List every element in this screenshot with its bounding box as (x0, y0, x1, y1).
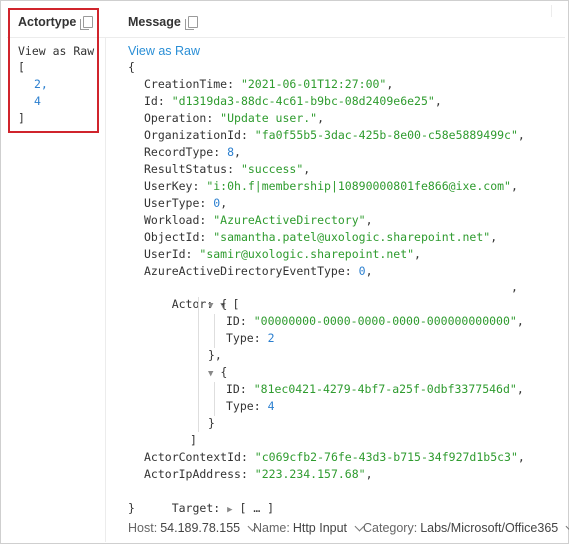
message-view-raw-link[interactable]: View as Raw (128, 44, 200, 58)
json-value: 8 (227, 145, 235, 159)
column-divider (105, 37, 106, 542)
json-field: Operation: "Update user.", (144, 111, 325, 125)
actortype-value: 2, (34, 77, 48, 91)
actortype-close-bracket: ] (18, 111, 25, 125)
json-value: "223.234.157.68" (254, 467, 366, 481)
target-collapsed-value[interactable]: [ … ] (239, 501, 274, 515)
json-value: "samantha.patel@uxologic.sharepoint.net" (213, 230, 491, 244)
json-field: ActorContextId: "c069cfb2-76fe-43d3-b715… (144, 450, 525, 464)
actor-trailing-comma: , (511, 280, 518, 294)
json-field: OrganizationId: "fa0f55b5-3dac-425b-8e00… (144, 128, 525, 142)
json-key: UserId (144, 247, 186, 261)
json-key: Workload (144, 213, 200, 227)
actor-item-type: Type: 2 (226, 331, 275, 345)
json-field: ResultStatus: "success", (144, 162, 311, 176)
copy-icon[interactable] (184, 16, 198, 30)
actor-open-bracket: [ (232, 297, 240, 311)
json-field-target[interactable]: Target: ▶ [ … ] (144, 483, 274, 515)
host-value: 54.189.78.155 (160, 521, 241, 535)
json-key: OrganizationId (144, 128, 241, 142)
actor-item-id: ID: "00000000-0000-0000-0000-00000000000… (226, 314, 524, 328)
log-event-panel: Actortype Message View as Raw [ 2, 4 ] V… (0, 0, 569, 544)
message-header-label: Message (128, 15, 181, 29)
json-value: "samir@uxologic.sharepoint.net" (199, 247, 415, 261)
json-key: ActorContextId (144, 450, 241, 464)
message-column-header: Message (128, 15, 198, 30)
actor-item-type: Type: 4 (226, 399, 275, 413)
host-filter[interactable]: Host: 54.189.78.155 (128, 521, 258, 535)
json-close-brace: } (128, 501, 135, 515)
json-value: "Update user." (220, 111, 318, 125)
json-key: ResultStatus (144, 162, 228, 176)
json-value: "2021-06-01T12:27:00" (240, 77, 387, 91)
json-key: ActorIpAddress (144, 467, 241, 481)
json-value: "i:0h.f|membership|10890000801fe866@ixe.… (206, 179, 511, 193)
json-field: UserKey: "i:0h.f|membership|10890000801f… (144, 179, 518, 193)
name-value: Http Input (292, 521, 348, 535)
json-field: Id: "d1319da3-88dc-4c61-b9bc-08d2409e6e2… (144, 94, 442, 108)
json-field: UserType: 0, (144, 196, 228, 210)
json-open-brace: { (128, 60, 135, 74)
json-value: "fa0f55b5-3dac-425b-8e00-c58e5889499c" (254, 128, 518, 142)
json-key: Actor (171, 297, 207, 311)
json-field: ActorIpAddress: "223.234.157.68", (144, 467, 373, 481)
scroll-track[interactable] (551, 5, 564, 17)
collapsed-caret-icon[interactable]: ▶ (227, 505, 232, 515)
json-field-actor[interactable]: Actor: ▼ [ (144, 279, 240, 311)
json-field: RecordType: 8, (144, 145, 241, 159)
json-key: Operation (144, 111, 207, 125)
json-value: "success" (240, 162, 304, 176)
indent-guide (214, 382, 215, 416)
name-filter[interactable]: Name: Http Input (253, 521, 365, 535)
category-filter[interactable]: Category: Labs/Microsoft/Office365 (363, 521, 569, 535)
json-key: UserKey (144, 179, 193, 193)
json-value: "AzureActiveDirectory" (213, 213, 366, 227)
indent-guide (214, 314, 215, 348)
json-value: "c069cfb2-76fe-43d3-b715-34f927d1b5c3" (254, 450, 518, 464)
actor-close-bracket: ] (190, 433, 197, 447)
category-value: Labs/Microsoft/Office365 (420, 521, 559, 535)
json-key: ObjectId (144, 230, 200, 244)
json-field: CreationTime: "2021-06-01T12:27:00", (144, 77, 394, 91)
json-key: AzureActiveDirectoryEventType (144, 264, 345, 278)
expand-caret-icon[interactable]: ▼ (208, 301, 213, 311)
json-value: "d1319da3-88dc-4c61-b9bc-08d2409e6e25" (171, 94, 435, 108)
json-field: AzureActiveDirectoryEventType: 0, (144, 264, 373, 278)
json-key: RecordType (144, 145, 214, 159)
json-key: UserType (144, 196, 200, 210)
json-field: UserId: "samir@uxologic.sharepoint.net", (144, 247, 421, 261)
json-key: CreationTime (144, 77, 228, 91)
actor-item-close: }, (208, 348, 222, 362)
actortype-value: 4 (34, 94, 41, 108)
json-field: ObjectId: "samantha.patel@uxologic.share… (144, 230, 498, 244)
indent-guide (198, 297, 199, 432)
json-value: 0 (358, 264, 366, 278)
json-key: Id (144, 94, 158, 108)
actor-item-close: } (208, 416, 215, 430)
actor-item-open[interactable]: ▼ { (208, 364, 227, 381)
actortype-open-bracket: [ (18, 60, 25, 74)
actortype-view-raw-link[interactable]: View as Raw (18, 44, 94, 58)
actor-item-id: ID: "81ec0421-4279-4bf7-a25f-0dbf3377546… (226, 382, 524, 396)
actor-item-open[interactable]: ▼ { (208, 296, 227, 313)
expand-caret-icon[interactable]: ▼ (208, 369, 213, 379)
json-field: Workload: "AzureActiveDirectory", (144, 213, 373, 227)
